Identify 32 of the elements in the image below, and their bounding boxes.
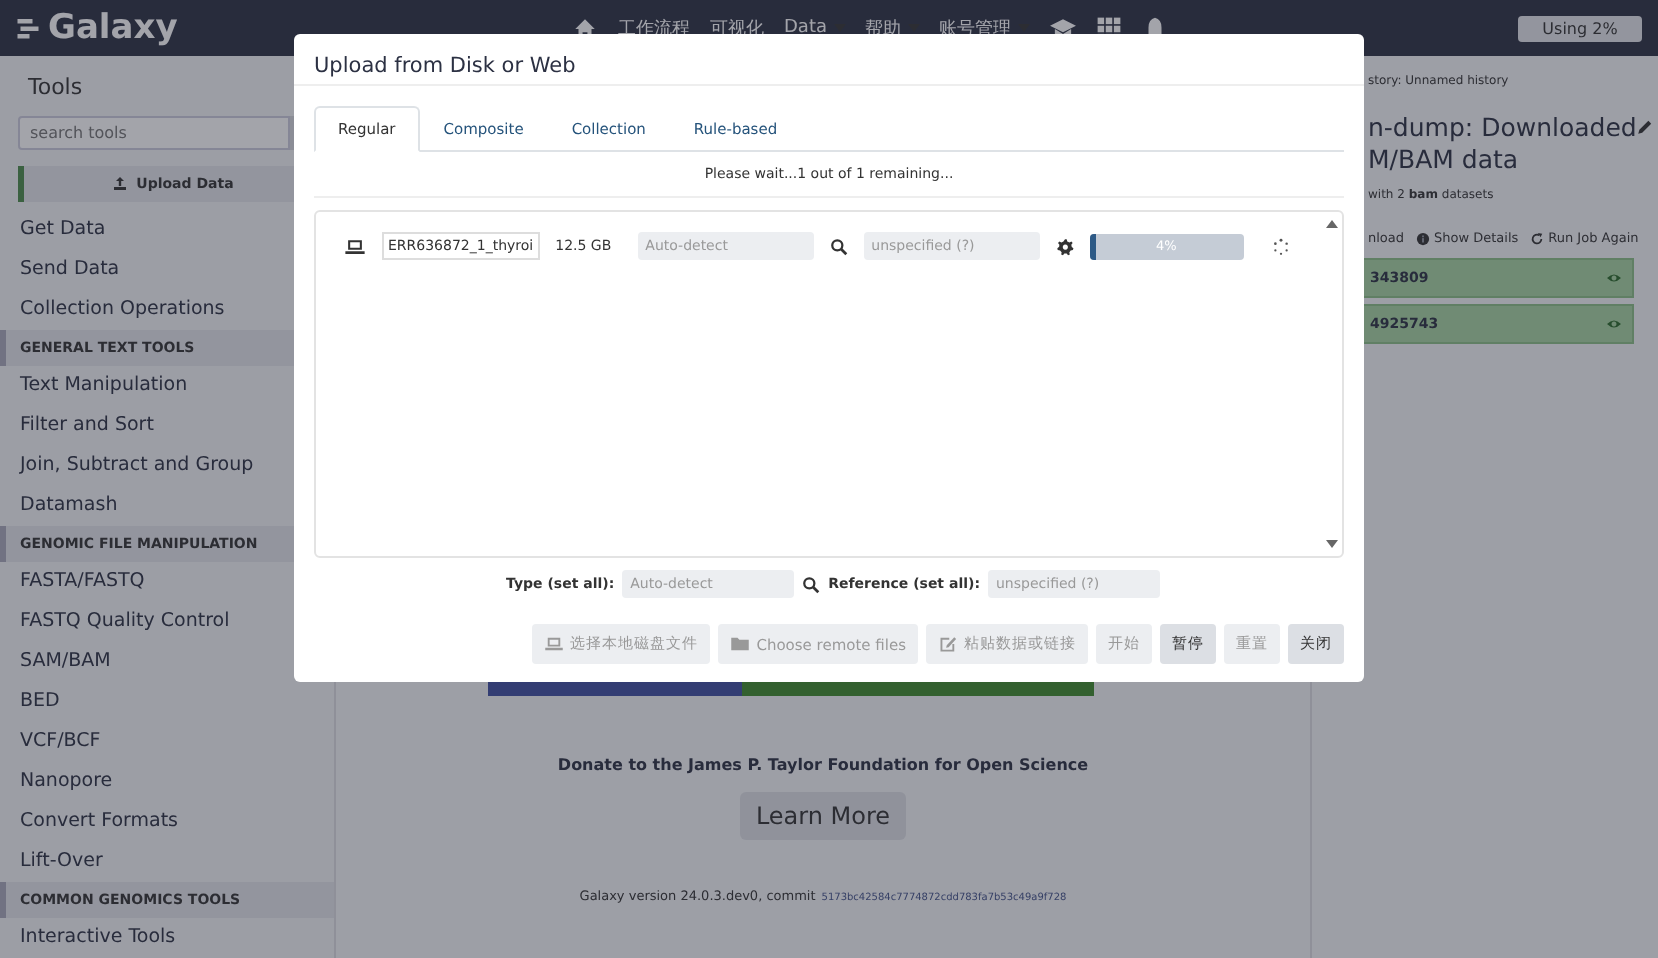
logo-icon [16,16,40,40]
spinner-icon [1271,237,1290,255]
scroll-down-arrow[interactable] [1326,540,1338,548]
quota-meter[interactable]: Using 2% [1518,15,1642,41]
tool-item[interactable]: Interactive Tools [0,918,334,958]
pencil-icon [1636,118,1655,136]
upload-icon [112,176,129,192]
edit-icon [938,634,958,654]
search-field[interactable]: search tools [18,116,290,150]
tool-item[interactable]: BED [0,682,334,722]
brand-name: Galaxy [48,8,178,48]
tool-item[interactable]: Nanopore [0,762,334,802]
search-icon [802,575,821,593]
redo-icon [1530,231,1545,245]
panel-title: Tools [28,74,83,100]
tool-item[interactable]: Lift-Over [0,842,334,882]
eye-icon [1606,316,1622,332]
search-icon [829,237,848,255]
tool-item[interactable]: Convert Formats [0,802,334,842]
history-title: n-dump: Downloaded [1368,112,1637,144]
history-title: M/BAM data [1368,144,1521,176]
learn-more-button[interactable]: Learn More [739,792,907,840]
donate-text: Donate to the James P. Taylor Foundation for Open Science [557,756,1089,774]
scroll-up-arrow[interactable] [1326,220,1338,228]
laptop-icon [544,634,565,654]
tool-item[interactable]: VCF/BCF [0,722,334,762]
info-icon [1416,231,1431,245]
settings-icon [1055,237,1074,255]
eye-icon [1606,270,1622,286]
laptop-icon [344,235,366,257]
folder-icon [730,634,751,654]
dialog-title: Upload from Disk or Web [294,34,1364,86]
